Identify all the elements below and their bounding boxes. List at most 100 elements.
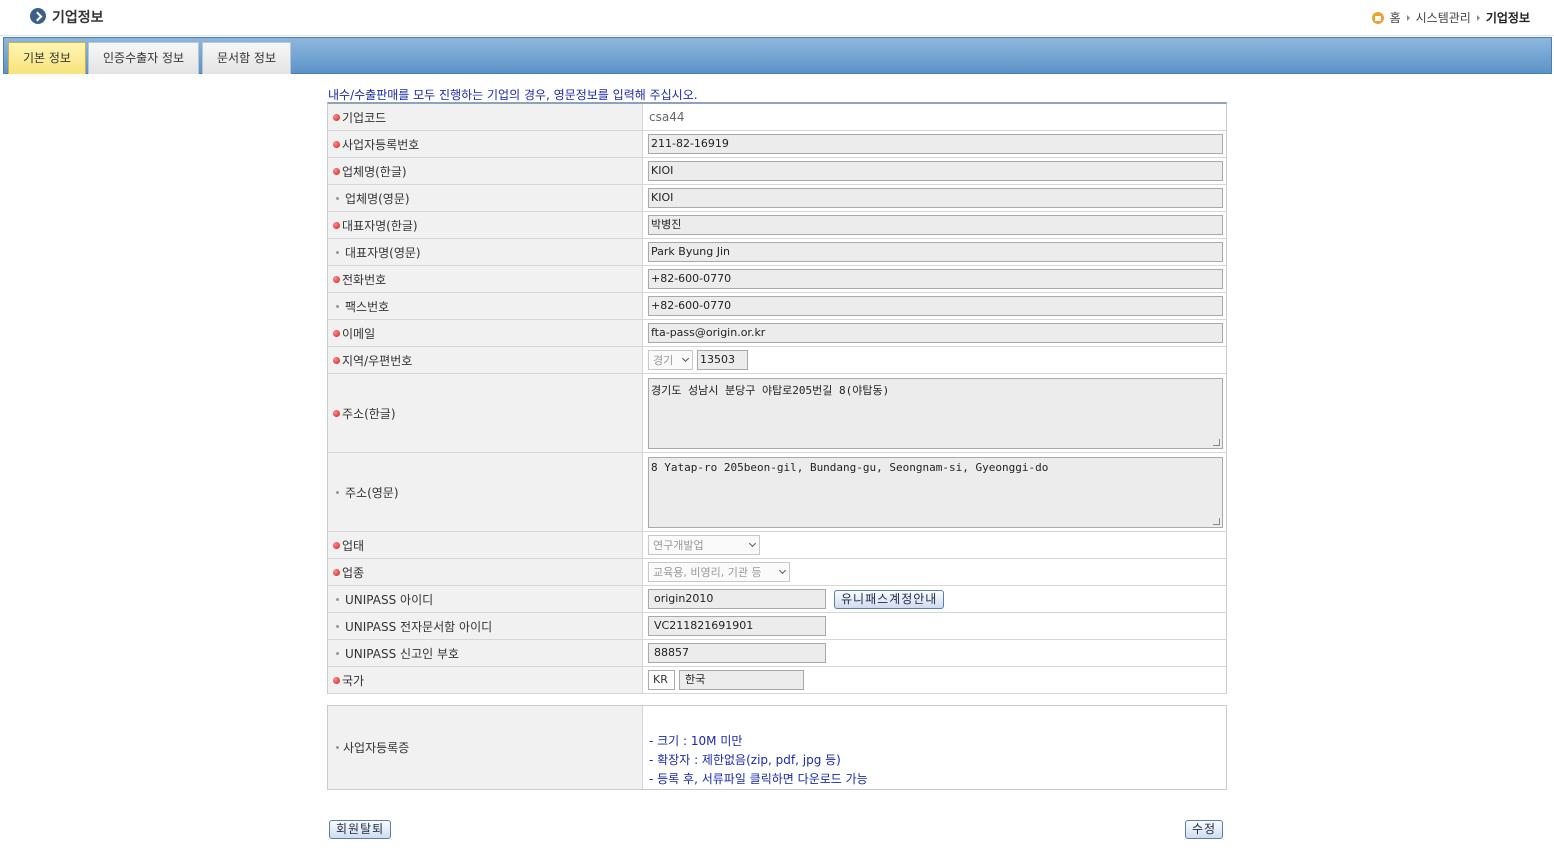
- label-biz-reg-no: 사업자등록번호: [342, 137, 420, 152]
- breadcrumb-system[interactable]: 시스템관리: [1416, 9, 1471, 26]
- required-icon: [333, 140, 340, 148]
- unipass-id-field[interactable]: origin2010: [648, 589, 826, 609]
- label-phone: 전화번호: [342, 272, 387, 287]
- tab-basic-info[interactable]: 기본 정보: [8, 42, 86, 74]
- unipass-code-field[interactable]: 88857: [648, 643, 826, 663]
- required-icon: [333, 167, 340, 175]
- row-unipass-code: UNIPASS 신고인 부호 88857: [328, 640, 1226, 667]
- label-unipass-box-id: UNIPASS 전자문서함 아이디: [345, 619, 493, 634]
- label-addr-en: 주소(영문): [345, 485, 399, 500]
- breadcrumb-separator-icon: [1406, 14, 1410, 21]
- page-header: 기업정보 홈 시스템관리 기업정보: [0, 0, 1554, 36]
- label-name-en: 업체명(영문): [345, 191, 410, 206]
- label-biz-item: 업종: [342, 565, 365, 580]
- chevron-down-icon: [778, 566, 787, 575]
- label-country: 국가: [342, 673, 365, 688]
- fax-field[interactable]: +82-600-0770: [648, 296, 1223, 316]
- unipass-guide-button[interactable]: 유니패스계정안내: [834, 589, 945, 609]
- attachment-info-download: - 등록 후, 서류파일 클릭하면 다운로드 가능: [649, 772, 868, 786]
- bullet-icon: [336, 490, 339, 494]
- row-biz-reg-no: 사업자등록번호 211-82-16919: [328, 131, 1226, 158]
- withdraw-button[interactable]: 회원탈퇴: [329, 820, 392, 839]
- row-addr-kr: 주소(한글) 경기도 성남시 분당구 야탑로205번길 8(야탑동): [328, 374, 1226, 453]
- company-info-form: 기업코드 csa44 사업자등록번호 211-82-16919 업체명(한글) …: [327, 102, 1227, 694]
- row-country: 국가 KR 한국: [328, 667, 1226, 694]
- email-field[interactable]: fta-pass@origin.or.kr: [648, 323, 1223, 343]
- label-biz-type: 업태: [342, 538, 365, 553]
- edit-button[interactable]: 수정: [1185, 820, 1224, 839]
- biz-item-select[interactable]: 교육용, 비영리, 기관 등: [648, 562, 790, 582]
- home-icon: [1371, 11, 1384, 24]
- label-addr-kr: 주소(한글): [342, 406, 396, 421]
- biz-type-select[interactable]: 연구개발업: [648, 535, 760, 555]
- label-company-code: 기업코드: [342, 110, 387, 125]
- biz-reg-no-field[interactable]: 211-82-16919: [648, 134, 1223, 154]
- bullet-icon: [336, 304, 339, 308]
- page-title: 기업정보: [52, 10, 104, 26]
- row-unipass-id: UNIPASS 아이디 origin2010 유니패스계정안내: [328, 586, 1226, 613]
- row-company-code: 기업코드 csa44: [328, 104, 1226, 131]
- ceo-kr-field[interactable]: 박병진: [648, 215, 1223, 235]
- bullet-icon: [336, 597, 339, 601]
- required-icon: [333, 568, 340, 576]
- label-email: 이메일: [342, 326, 376, 341]
- country-name-field[interactable]: 한국: [679, 670, 804, 690]
- row-biz-type: 업태 연구개발업: [328, 532, 1226, 559]
- notice-text: 내수/수출판매를 모두 진행하는 기업의 경우, 영문정보를 입력해 주십시오.: [328, 88, 698, 102]
- required-icon: [333, 541, 340, 549]
- country-code-field[interactable]: KR: [648, 670, 675, 690]
- label-region: 지역/우편번호: [342, 353, 413, 368]
- row-fax: 팩스번호 +82-600-0770: [328, 293, 1226, 320]
- label-name-kr: 업체명(한글): [342, 164, 407, 179]
- chevron-down-icon: [748, 539, 757, 548]
- zip-code-field[interactable]: 13503: [697, 350, 748, 370]
- row-unipass-box-id: UNIPASS 전자문서함 아이디 VC211821691901: [328, 613, 1226, 640]
- bullet-icon: [336, 624, 339, 628]
- label-ceo-en: 대표자명(영문): [345, 245, 421, 260]
- label-ceo-kr: 대표자명(한글): [342, 218, 418, 233]
- label-unipass-code: UNIPASS 신고인 부호: [345, 646, 460, 661]
- addr-kr-textarea[interactable]: 경기도 성남시 분당구 야탑로205번길 8(야탑동): [648, 377, 1223, 449]
- bullet-icon: [336, 196, 339, 200]
- row-biz-item: 업종 교육용, 비영리, 기관 등: [328, 559, 1226, 586]
- breadcrumb-home[interactable]: 홈: [1390, 9, 1401, 26]
- tab-bar: 기본 정보 인증수출자 정보 문서함 정보: [3, 37, 1552, 74]
- name-kr-field[interactable]: KIOI: [648, 161, 1223, 181]
- tab-certified-exporter-info[interactable]: 인증수출자 정보: [88, 42, 200, 74]
- phone-field[interactable]: +82-600-0770: [648, 269, 1223, 289]
- chevron-right-circle-icon: [30, 8, 46, 24]
- name-en-field[interactable]: KIOI: [648, 188, 1223, 208]
- required-icon: [333, 329, 340, 337]
- required-icon: [333, 356, 340, 364]
- breadcrumb-current: 기업정보: [1485, 11, 1530, 25]
- breadcrumb: 홈 시스템관리 기업정보: [1371, 9, 1530, 26]
- unipass-box-id-field[interactable]: VC211821691901: [648, 616, 826, 636]
- addr-en-textarea[interactable]: 8 Yatap-ro 205beon-gil, Bundang-gu, Seon…: [648, 456, 1223, 528]
- bullet-icon: [336, 746, 339, 749]
- row-addr-en: 주소(영문) 8 Yatap-ro 205beon-gil, Bundang-g…: [328, 453, 1226, 532]
- row-name-kr: 업체명(한글) KIOI: [328, 158, 1226, 185]
- label-biz-reg-cert: 사업자등록증: [343, 741, 410, 755]
- breadcrumb-separator-icon: [1476, 14, 1480, 21]
- required-icon: [333, 275, 340, 283]
- region-select[interactable]: 경기: [648, 350, 693, 370]
- label-unipass-id: UNIPASS 아이디: [345, 592, 434, 607]
- attachment-info: - 크기 : 10M 미만 - 확장자 : 제한없음(zip, pdf, jpg…: [643, 706, 868, 789]
- bullet-icon: [336, 250, 339, 254]
- chevron-down-icon: [681, 354, 690, 363]
- attachment-info-ext: - 확장자 : 제한없음(zip, pdf, jpg 등): [649, 753, 841, 767]
- tab-document-box-info[interactable]: 문서함 정보: [202, 42, 292, 74]
- row-region: 지역/우편번호 경기 13503: [328, 347, 1226, 374]
- label-fax: 팩스번호: [345, 299, 390, 314]
- company-code-value: csa44: [649, 110, 685, 124]
- row-ceo-en: 대표자명(영문) Park Byung Jin: [328, 239, 1226, 266]
- row-phone: 전화번호 +82-600-0770: [328, 266, 1226, 293]
- row-ceo-kr: 대표자명(한글) 박병진: [328, 212, 1226, 239]
- attachment-info-size: - 크기 : 10M 미만: [649, 734, 743, 748]
- row-email: 이메일 fta-pass@origin.or.kr: [328, 320, 1226, 347]
- required-icon: [333, 409, 340, 417]
- required-icon: [333, 676, 340, 684]
- required-icon: [333, 113, 340, 121]
- ceo-en-field[interactable]: Park Byung Jin: [648, 242, 1223, 262]
- row-name-en: 업체명(영문) KIOI: [328, 185, 1226, 212]
